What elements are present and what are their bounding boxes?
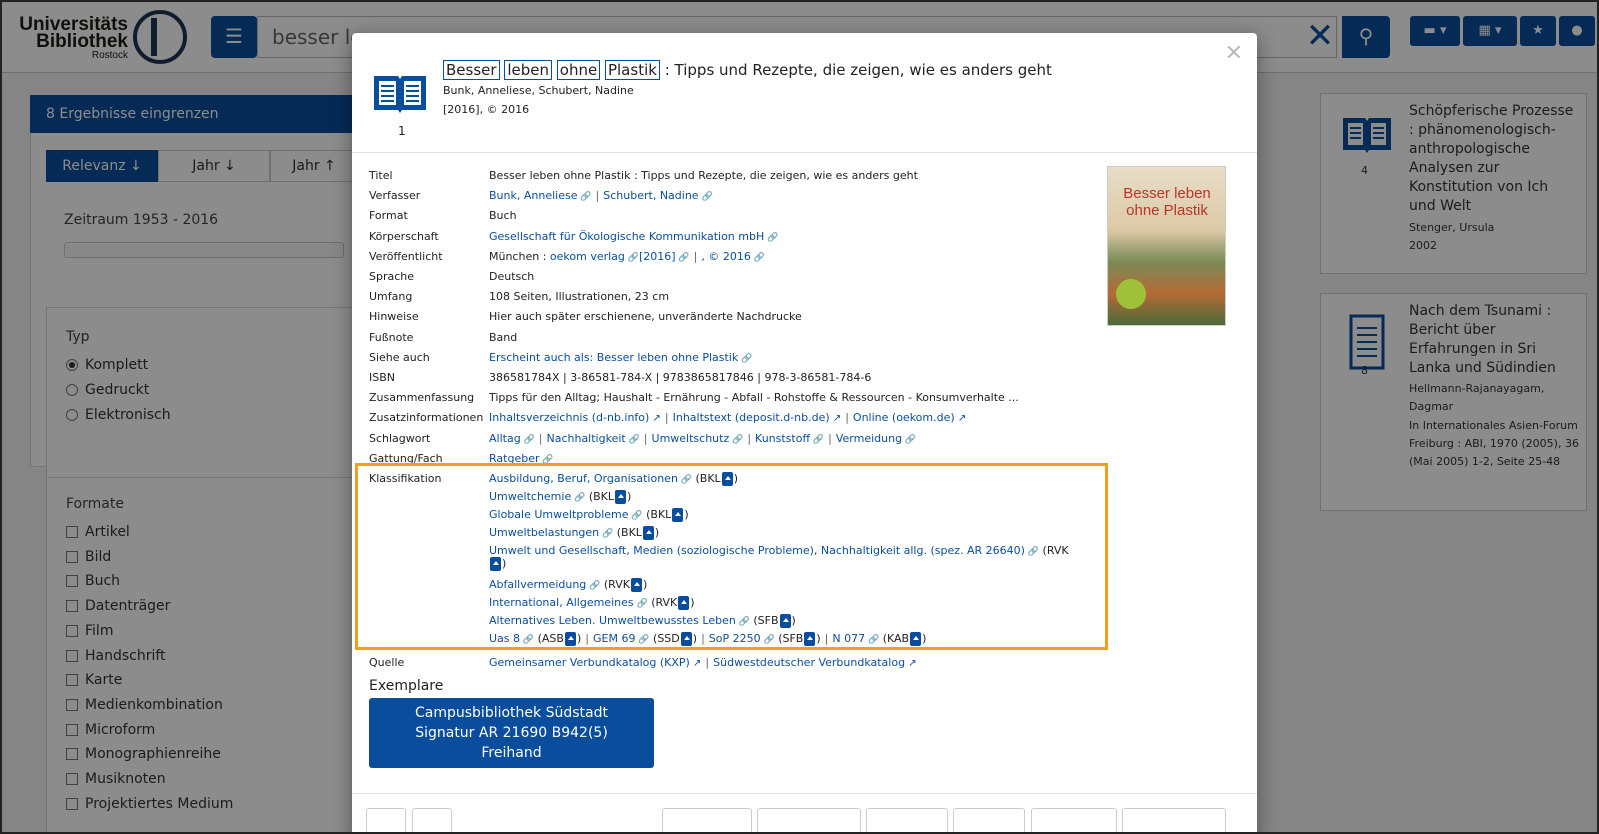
detail-label: Verfasser — [369, 189, 421, 202]
exemplare-heading: Exemplare — [369, 678, 444, 694]
highlight-word: ohne — [556, 60, 601, 80]
publisher-link[interactable]: oekom verlag — [550, 250, 639, 263]
exemplar-status: Freihand — [481, 745, 542, 761]
record-authors: Bunk, Anneliese, Schubert, Nadine — [443, 84, 634, 97]
detail-modal: ✕ 1 Besser leben ohne Plastik : Tipps un… — [352, 33, 1257, 832]
modal-header: ✕ 1 Besser leben ohne Plastik : Tipps un… — [352, 33, 1257, 153]
detail-value: Hier auch später erschienene, unveränder… — [489, 310, 802, 323]
detail-label: Quelle — [369, 656, 405, 669]
detail-label: Sprache — [369, 270, 415, 283]
detail-label: Siehe auch — [369, 351, 430, 364]
detail-value: Bunk, Anneliese|Schubert, Nadine — [489, 189, 713, 202]
detail-value: Deutsch — [489, 270, 535, 283]
subject-link[interactable]: Umweltschutz — [652, 432, 744, 445]
app-frame: Universitäts Bibliothek Rostock ☰ besser… — [0, 0, 1599, 834]
external-link[interactable]: Inhaltsverzeichnis (d-nb.info) — [489, 411, 661, 424]
subject-link[interactable]: Kunststoff — [755, 432, 824, 445]
detail-label: Format — [369, 209, 408, 222]
exemplar-location: Campusbibliothek Südstadt — [415, 705, 608, 721]
detail-value: Alltag|Nachhaltigkeit|Umweltschutz|Kunst… — [489, 432, 916, 445]
cover-badge — [1116, 279, 1146, 309]
highlight-word: leben — [504, 60, 552, 80]
external-link[interactable]: Inhaltstext (deposit.d-nb.de) — [673, 411, 842, 424]
publication-place: München : — [489, 250, 550, 263]
record-title-rest: : Tipps und Rezepte, die zeigen, wie es … — [659, 61, 1052, 79]
detail-label: ISBN — [369, 371, 396, 384]
detail-label: Zusammenfassung — [369, 391, 475, 404]
footer-next-button[interactable] — [412, 808, 452, 832]
subject-link[interactable]: Alltag — [489, 432, 535, 445]
footer-action-button[interactable] — [1031, 808, 1117, 832]
footer-action-button[interactable] — [662, 808, 752, 832]
author-link[interactable]: Schubert, Nadine — [603, 189, 712, 202]
detail-label: Titel — [369, 169, 393, 182]
year-link[interactable]: [2016] — [639, 250, 690, 263]
subject-link[interactable]: Vermeidung — [836, 432, 916, 445]
detail-label: Umfang — [369, 290, 413, 303]
subject-link[interactable]: Nachhaltigkeit — [546, 432, 639, 445]
footer-action-button[interactable] — [953, 808, 1025, 832]
close-icon[interactable]: ✕ — [1225, 41, 1243, 66]
modal-footer-divider — [352, 793, 1257, 794]
record-number: 1 — [398, 124, 406, 138]
detail-label: Fußnote — [369, 331, 414, 344]
book-cover-image[interactable]: Besser leben ohne Plastik — [1107, 166, 1226, 326]
detail-label: Zusatzinformationen — [369, 411, 484, 424]
detail-value: Tipps für den Alltag; Haushalt - Ernähru… — [489, 391, 1019, 404]
detail-value: Gemeinsamer Verbundkatalog (KXP)|Südwest… — [489, 656, 917, 669]
record-date: [2016], © 2016 — [443, 103, 530, 116]
footer-action-button[interactable] — [1122, 808, 1226, 832]
author-link[interactable]: Bunk, Anneliese — [489, 189, 592, 202]
detail-value: Besser leben ohne Plastik : Tipps und Re… — [489, 169, 918, 182]
copyright-link[interactable]: , © 2016 — [701, 250, 765, 263]
exemplar-signature: Signatur AR 21690 B942(5) — [415, 725, 608, 741]
detail-value: Band — [489, 331, 518, 344]
highlight-word: Besser — [443, 60, 500, 80]
see-also-link[interactable]: Erscheint auch als: Besser leben ohne Pl… — [489, 351, 752, 364]
classification-highlight-box — [355, 463, 1108, 650]
book-icon — [374, 76, 426, 113]
record-title: Besser leben ohne Plastik : Tipps und Re… — [443, 60, 1052, 80]
detail-label: Schlagwort — [369, 432, 431, 445]
detail-label: Körperschaft — [369, 230, 439, 243]
footer-action-button[interactable] — [757, 808, 861, 832]
exemplar-location-button[interactable]: Campusbibliothek Südstadt Signatur AR 21… — [369, 698, 654, 768]
detail-value: 386581784X | 3-86581-784-X | 97838658178… — [489, 371, 872, 384]
cover-title: Besser leben ohne Plastik — [1123, 185, 1211, 219]
detail-value: Buch — [489, 209, 517, 222]
detail-value: 108 Seiten, Illustrationen, 23 cm — [489, 290, 670, 303]
highlight-word: Plastik — [604, 60, 660, 80]
external-link[interactable]: Online (oekom.de) — [853, 411, 966, 424]
detail-value: München : oekom verlag[2016]|, © 2016 — [489, 250, 765, 263]
detail-label: Veröffentlicht — [369, 250, 443, 263]
footer-prev-button[interactable] — [366, 808, 406, 832]
source-link[interactable]: Südwestdeutscher Verbundkatalog — [713, 656, 917, 669]
source-link[interactable]: Gemeinsamer Verbundkatalog (KXP) — [489, 656, 701, 669]
footer-action-button[interactable] — [866, 808, 948, 832]
detail-value: Inhaltsverzeichnis (d-nb.info)|Inhaltste… — [489, 411, 966, 424]
detail-label: Hinweise — [369, 310, 419, 323]
corporate-body-link[interactable]: Gesellschaft für Ökologische Kommunikati… — [489, 230, 778, 243]
